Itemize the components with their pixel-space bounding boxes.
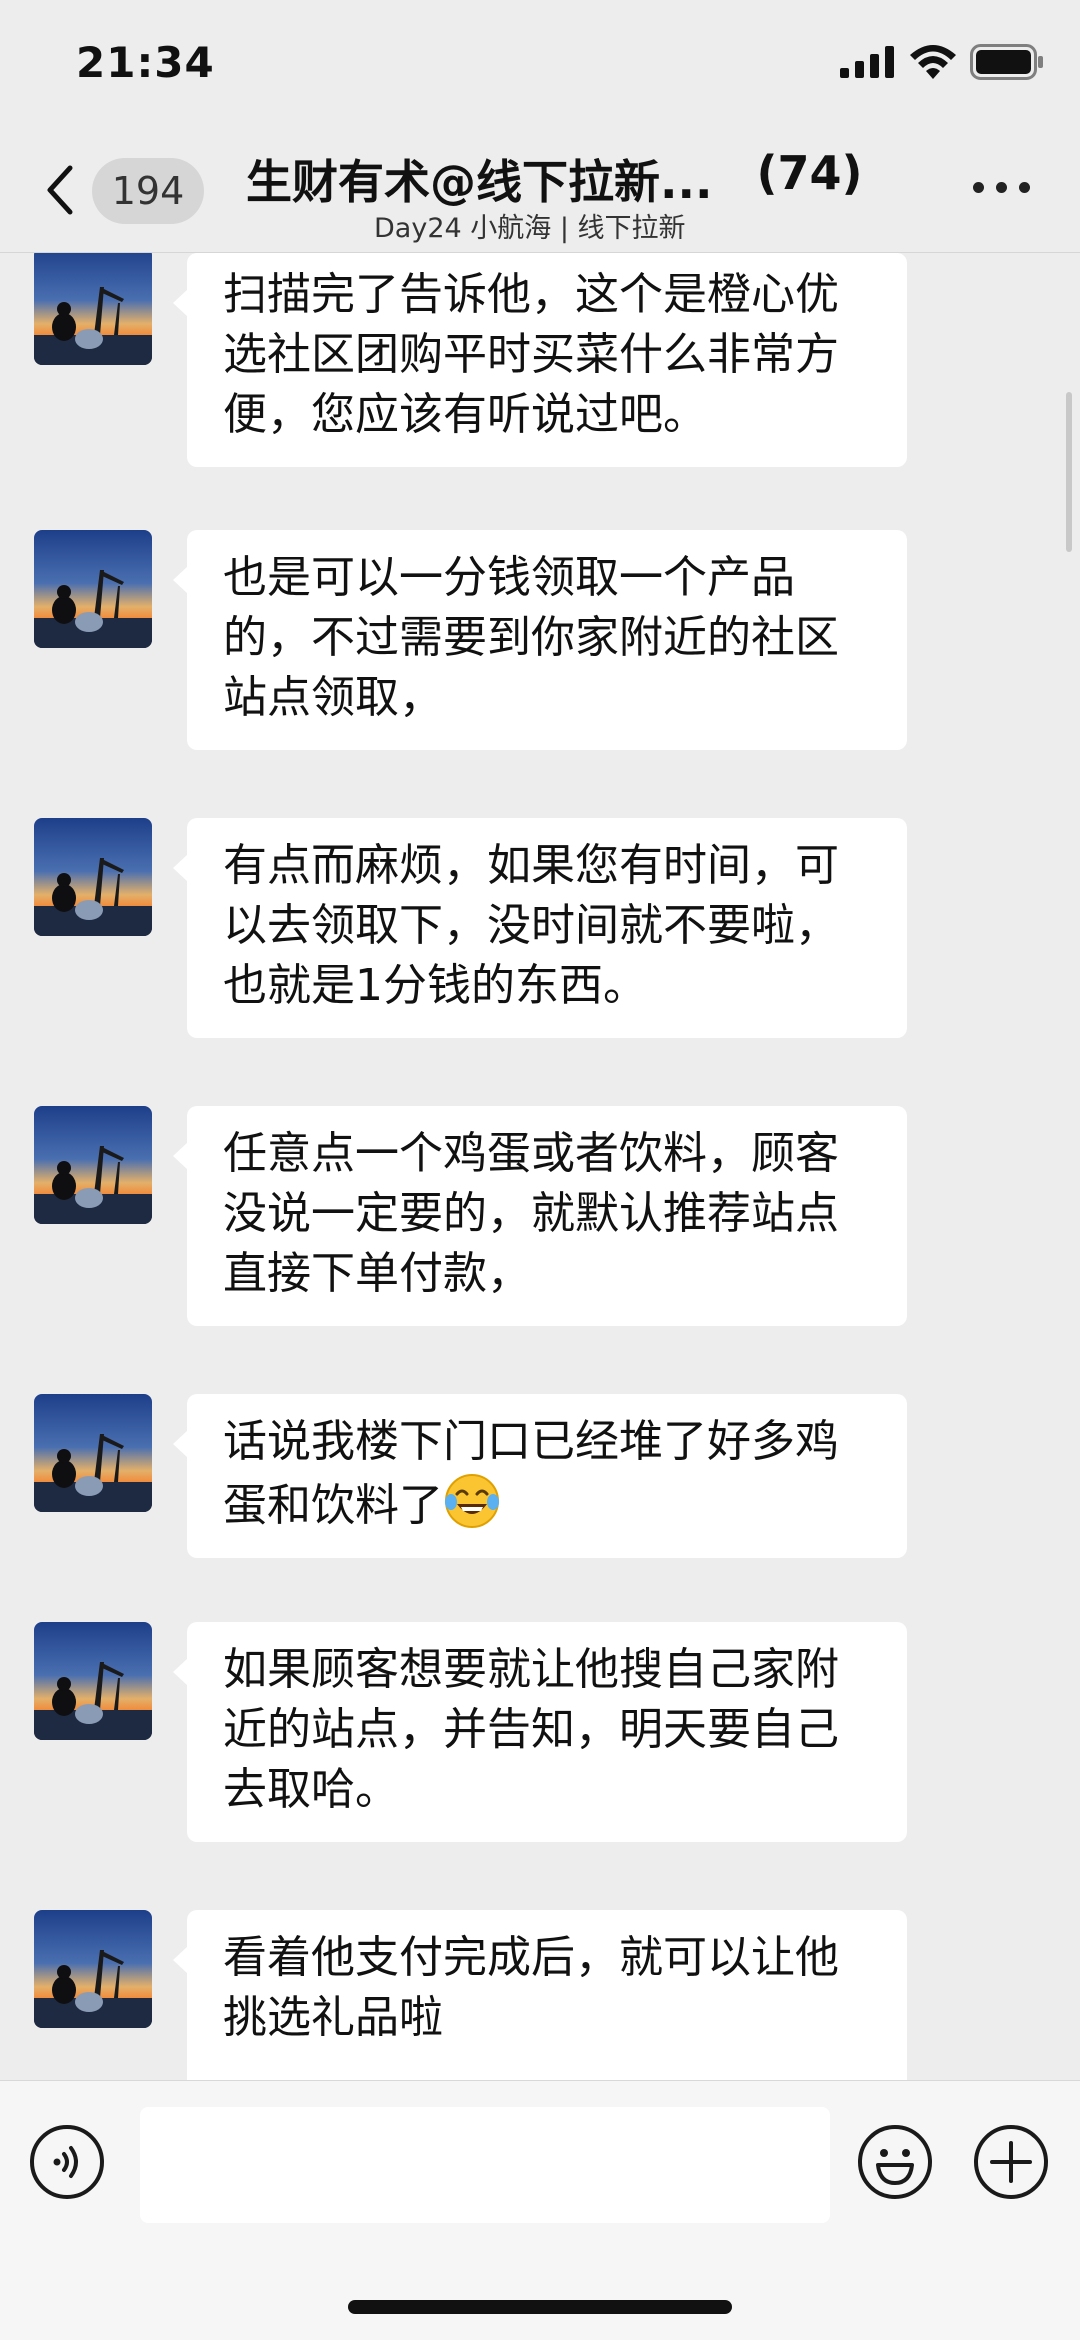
message-input[interactable] bbox=[140, 2107, 830, 2223]
avatar[interactable] bbox=[34, 1622, 152, 1740]
chat-title[interactable]: 生财有术@线下拉新... (74) bbox=[246, 146, 863, 212]
chat-message-list[interactable]: 扫描完了告诉他，这个是橙心优选社区团购平时买菜什么非常方便，您应该有听说过吧。 … bbox=[0, 253, 1080, 2080]
avatar[interactable] bbox=[34, 1394, 152, 1512]
avatar[interactable] bbox=[34, 530, 152, 648]
status-icons bbox=[840, 44, 1044, 80]
chevron-left-icon[interactable] bbox=[40, 160, 80, 220]
message-bubble[interactable]: 也是可以一分钱领取一个产品的，不过需要到你家附近的社区站点领取， bbox=[173, 530, 907, 750]
more-dots-icon[interactable] bbox=[973, 182, 1030, 193]
scrollbar[interactable] bbox=[1066, 392, 1072, 552]
group-name: 生财有术@线下拉新... bbox=[246, 155, 713, 209]
home-indicator[interactable] bbox=[348, 2300, 732, 2314]
message-bubble[interactable]: 看着他支付完成后，就可以让他挑选礼品啦 bbox=[173, 1910, 907, 2080]
avatar[interactable] bbox=[34, 818, 152, 936]
avatar[interactable] bbox=[34, 1106, 152, 1224]
message-bubble[interactable]: 有点而麻烦，如果您有时间，可以去领取下，没时间就不要啦，也就是1分钱的东西。 bbox=[173, 818, 907, 1038]
message-bubble[interactable]: 话说我楼下门口已经堆了好多鸡蛋和饮料了 bbox=[173, 1394, 907, 1558]
avatar[interactable] bbox=[34, 1910, 152, 2028]
message-bubble[interactable]: 如果顾客想要就让他搜自己家附近的站点，并告知，明天要自己去取哈。 bbox=[173, 1622, 907, 1842]
message-bubble[interactable]: 扫描完了告诉他，这个是橙心优选社区团购平时买菜什么非常方便，您应该有听说过吧。 bbox=[173, 253, 907, 467]
member-count: (74) bbox=[756, 146, 863, 200]
status-bar: 21:34 bbox=[0, 0, 1080, 130]
smiley-icon[interactable] bbox=[856, 2123, 934, 2201]
laughing-tears-emoji-icon bbox=[445, 1474, 499, 1528]
battery-icon bbox=[970, 44, 1043, 80]
voice-icon bbox=[53, 2146, 78, 2178]
message-bubble[interactable]: 任意点一个鸡蛋或者饮料，顾客没说一定要的，就默认推荐站点直接下单付款， bbox=[173, 1106, 907, 1326]
signal-icon bbox=[840, 46, 894, 78]
plus-icon[interactable] bbox=[972, 2123, 1050, 2201]
wifi-icon bbox=[910, 45, 956, 79]
chat-subtitle: Day24 小航海 | 线下拉新 bbox=[374, 213, 686, 244]
unread-count-badge[interactable]: 194 bbox=[92, 158, 204, 224]
avatar[interactable] bbox=[34, 253, 152, 365]
message-text: 话说我楼下门口已经堆了好多鸡蛋和饮料了 bbox=[223, 1416, 839, 1531]
status-time: 21:34 bbox=[76, 38, 215, 87]
voice-button[interactable] bbox=[30, 2125, 104, 2199]
chat-header: 194 生财有术@线下拉新... (74) Day24 小航海 | 线下拉新 bbox=[0, 130, 1080, 253]
